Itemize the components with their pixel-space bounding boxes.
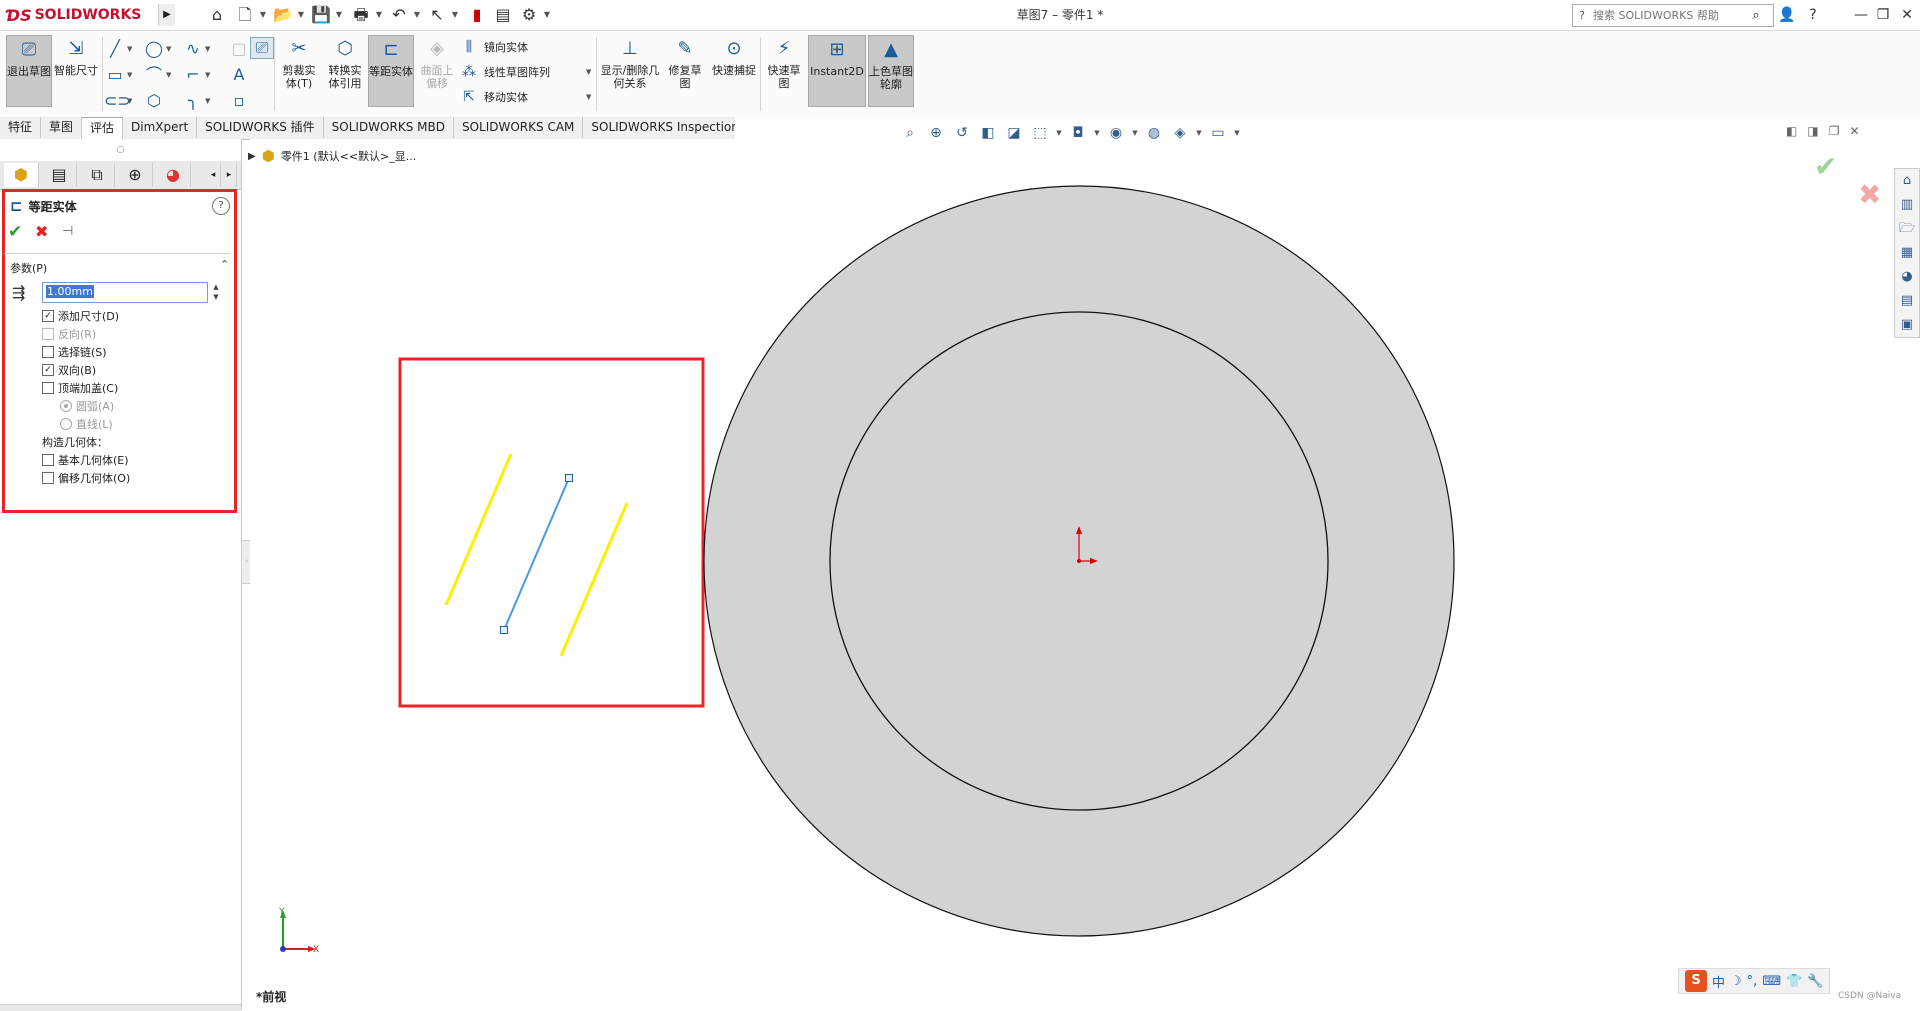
inset-highlight-frame xyxy=(398,357,705,708)
sketch-canvas: Y X xyxy=(278,185,1455,955)
view-name-label: *前视 xyxy=(256,990,287,1004)
offset-preview-line xyxy=(444,453,513,606)
line-endpoint[interactable] xyxy=(565,474,573,482)
triad-x-label: X xyxy=(313,945,319,955)
origin-point[interactable] xyxy=(1077,559,1081,563)
ime-logo: S xyxy=(1685,970,1707,992)
line-endpoint[interactable] xyxy=(500,626,508,634)
selected-sketch-line[interactable] xyxy=(503,477,570,631)
moon-icon[interactable]: ☽ xyxy=(1730,974,1742,989)
keyboard-icon[interactable]: ⌨ xyxy=(1762,974,1781,989)
ime-mode[interactable]: 中 xyxy=(1712,972,1725,991)
triad-origin xyxy=(280,946,286,952)
skin-icon[interactable]: 👕 xyxy=(1786,974,1802,989)
tools-icon[interactable]: 🔧 xyxy=(1807,974,1823,989)
watermark-text: CSDN @Naiva xyxy=(1838,991,1902,1001)
ime-toolbar[interactable]: S 中 ☽ °, ⌨ 👕 🔧 xyxy=(1678,968,1831,994)
offset-preview-line xyxy=(559,502,629,657)
triad-y-label: Y xyxy=(278,907,285,917)
punctuation-icon[interactable]: °, xyxy=(1747,974,1758,989)
